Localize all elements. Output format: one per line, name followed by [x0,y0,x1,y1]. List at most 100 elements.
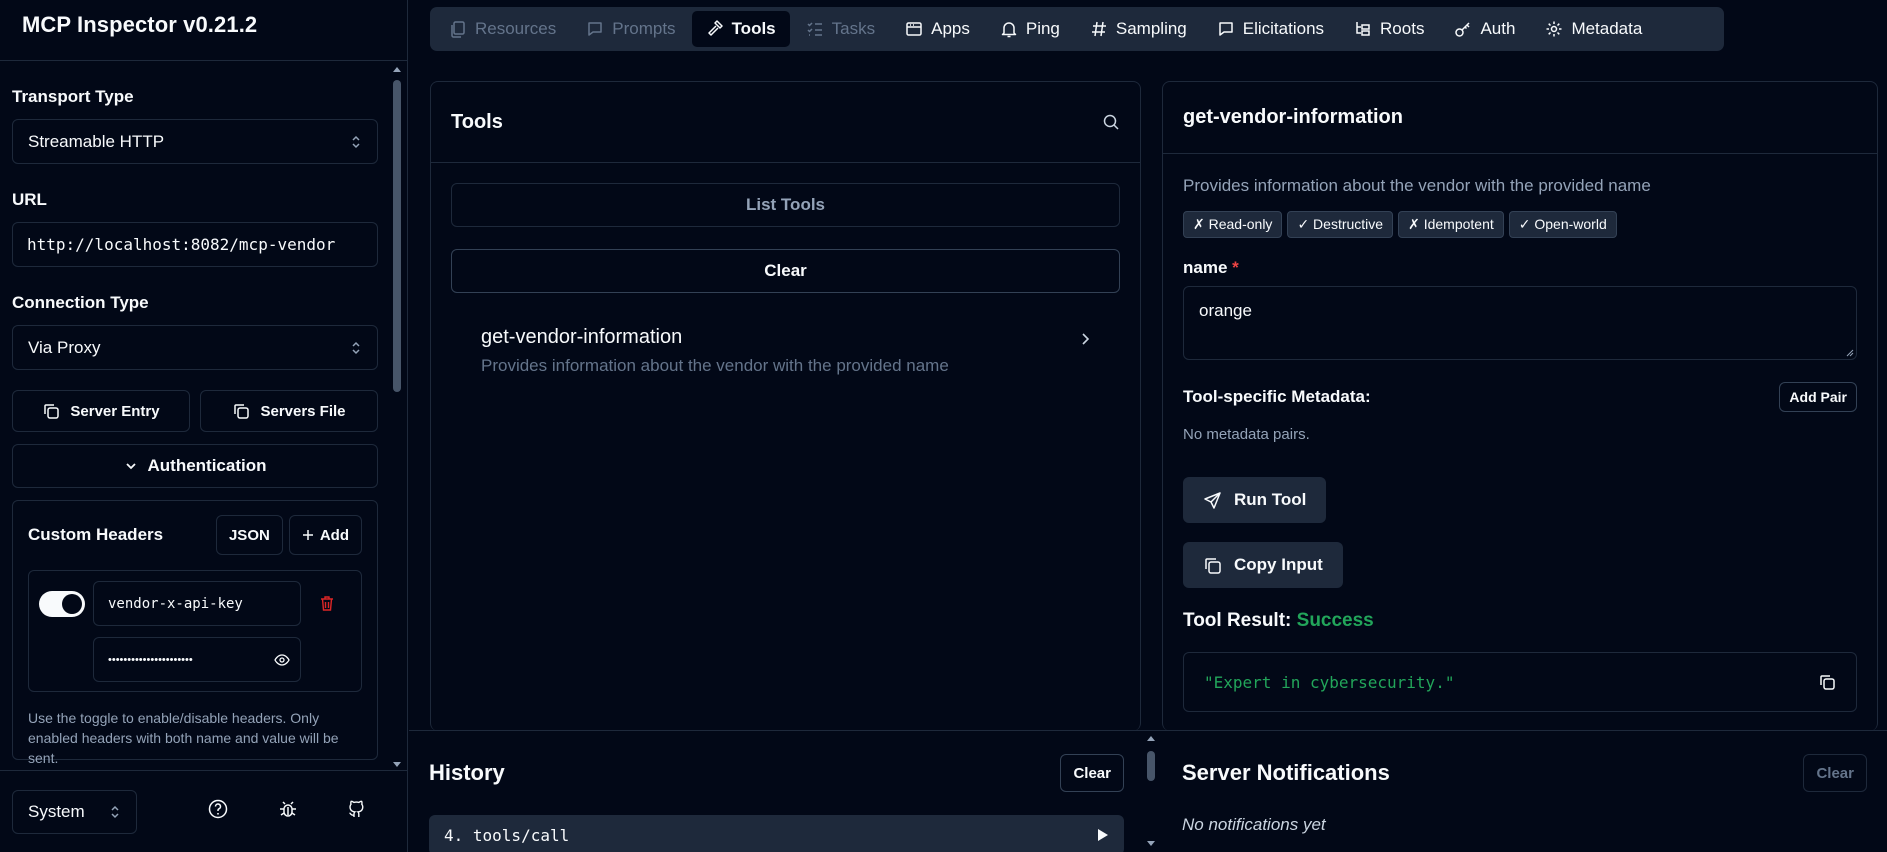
hash-icon [1090,20,1108,38]
chevrons-up-down-icon [109,804,121,820]
copy-input-button[interactable]: Copy Input [1183,542,1343,588]
resize-handle-icon[interactable] [1844,347,1854,357]
github-icon[interactable] [347,799,367,819]
tab-apps[interactable]: Apps [891,11,984,47]
bug-icon[interactable] [278,799,298,819]
tab-elicitations[interactable]: Elicitations [1203,11,1338,47]
tab-resources[interactable]: Resources [435,11,570,47]
add-header-button[interactable]: Add [288,515,362,555]
tool-result-label: Tool Result: [1183,610,1292,631]
files-icon [449,20,467,38]
add-pair-button[interactable]: Add Pair [1779,382,1857,412]
connection-type-value: Via Proxy [28,337,101,357]
list-todo-icon [806,20,824,38]
eye-icon[interactable] [274,653,290,666]
key-icon [1454,20,1472,38]
servers-file-button[interactable]: Servers File [200,390,378,432]
history-item-label: 4. tools/call [444,825,570,845]
play-icon[interactable] [1097,828,1109,842]
tab-label: Sampling [1115,19,1187,38]
clear-tools-button[interactable]: Clear [451,249,1120,293]
tab-label: Metadata [1571,19,1643,38]
notifications-empty-text: No notifications yet [1182,815,1326,834]
param-name-input[interactable]: orange [1183,286,1857,360]
trash-icon[interactable] [319,595,335,612]
theme-value: System [28,801,85,821]
transport-type-select[interactable]: Streamable HTTP [12,119,378,164]
custom-headers-panel: Custom Headers JSON Add vendor-x-api-key… [12,500,378,766]
sidebar-scrollbar[interactable] [391,64,403,770]
tab-label: Ping [1025,19,1060,38]
tool-item-name: get-vendor-information [481,326,683,348]
param-name-text: name [1183,258,1228,277]
tool-detail-panel: get-vendor-information Provides informat… [1162,81,1878,731]
connection-type-select[interactable]: Via Proxy [12,325,378,370]
tab-metadata[interactable]: Metadata [1531,11,1656,47]
help-circle-icon[interactable] [208,799,228,819]
chevrons-up-down-icon [350,340,362,356]
custom-headers-title: Custom Headers [28,525,164,544]
tab-prompts[interactable]: Prompts [572,11,689,47]
window-icon [905,20,923,38]
history-panel: History Clear 4. tools/call [409,731,1144,852]
servers-file-label: Servers File [260,402,346,420]
copy-icon [232,402,250,420]
tab-auth[interactable]: Auth [1440,11,1529,47]
tool-result-box: "Expert in cybersecurity." [1183,652,1857,712]
list-tools-button[interactable]: List Tools [451,183,1120,227]
send-icon [1203,491,1222,510]
clear-notifications-button[interactable]: Clear [1803,754,1867,792]
header-entry: vendor-x-api-key •••••••••••••••••••••• [28,570,362,692]
header-name-input[interactable]: vendor-x-api-key [93,581,301,626]
add-header-label: Add [319,526,349,544]
tab-tasks[interactable]: Tasks [792,11,889,47]
server-entry-button[interactable]: Server Entry [12,390,190,432]
badge-destructive: ✓ Destructive [1287,211,1394,238]
transport-type-value: Streamable HTTP [28,131,165,151]
required-marker: * [1232,258,1239,277]
tab-label: Prompts [612,19,676,38]
header-value-input[interactable]: •••••••••••••••••••••• [93,637,301,682]
history-item[interactable]: 4. tools/call [429,815,1124,852]
badge-idempotent: ✗ Idempotent [1398,211,1504,238]
run-tool-label: Run Tool [1234,490,1307,509]
chevron-down-icon [124,459,138,473]
chevron-right-icon [1080,332,1090,346]
tab-tools[interactable]: Tools [691,11,790,47]
tab-ping[interactable]: Ping [986,11,1074,47]
header-enabled-toggle[interactable] [39,591,85,617]
search-icon[interactable] [1102,113,1120,131]
tool-list-item[interactable]: get-vendor-information Provides informat… [451,313,1120,389]
tab-sampling[interactable]: Sampling [1076,11,1201,47]
history-title: History [429,760,505,785]
custom-headers-help-text: Use the toggle to enable/disable headers… [28,710,339,766]
message-icon [586,20,604,38]
run-tool-button[interactable]: Run Tool [1183,477,1327,523]
copy-icon[interactable] [1818,673,1836,691]
app-title: MCP Inspector v0.21.2 [22,12,258,37]
clear-history-button[interactable]: Clear [1060,754,1124,792]
tool-item-description: Provides information about the vendor wi… [481,356,949,375]
history-scrollbar[interactable] [1144,731,1158,852]
tab-label: Tools [731,19,776,38]
copy-icon [1203,556,1222,575]
tab-label: Apps [931,19,970,38]
url-input[interactable]: http://localhost:8082/mcp-vendor [12,222,378,267]
sidebar: MCP Inspector v0.21.2 Transport Type Str… [0,0,408,852]
gear-icon [1545,20,1563,38]
badge-open-world: ✓ Open-world [1508,211,1617,238]
hammer-icon [706,20,724,38]
authentication-toggle-button[interactable]: Authentication [12,444,378,488]
tool-result-status: Success [1296,610,1374,631]
tool-result-heading: Tool Result: Success [1183,610,1857,632]
sidebar-scroll-area: Transport Type Streamable HTTP URL http:… [0,61,390,769]
param-name-value: orange [1199,301,1252,320]
tab-roots[interactable]: Roots [1340,11,1438,47]
plus-icon [302,529,314,541]
connection-type-label: Connection Type [12,293,149,312]
theme-select[interactable]: System [12,789,137,834]
json-button[interactable]: JSON [215,515,283,555]
tab-label: Auth [1480,19,1516,38]
folder-tree-icon [1354,20,1372,38]
badge-read-only: ✗ Read-only [1183,211,1283,238]
